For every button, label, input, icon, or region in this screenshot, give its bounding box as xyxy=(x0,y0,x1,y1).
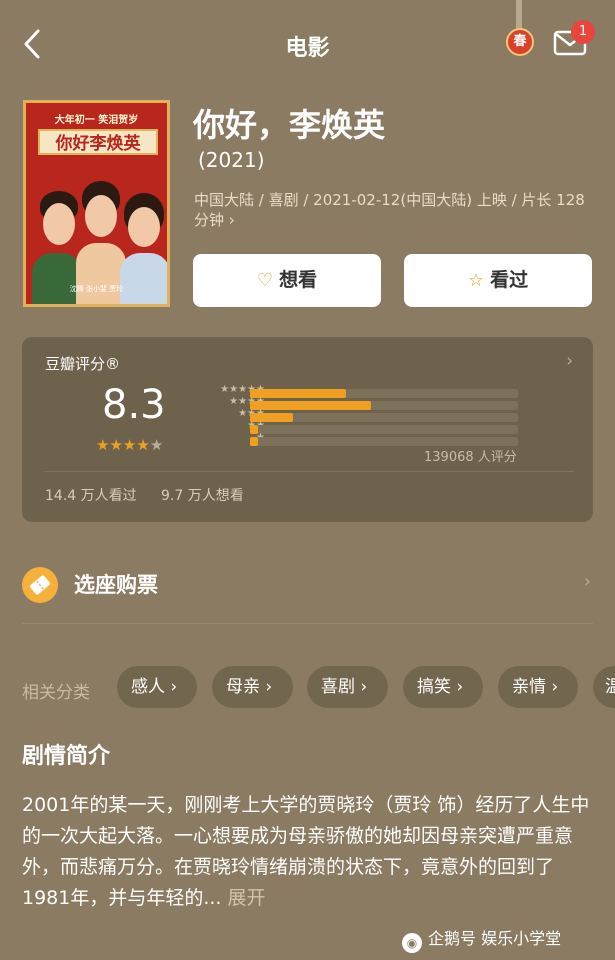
poster-face-center xyxy=(85,195,117,237)
divider xyxy=(44,471,574,472)
expand-link[interactable]: 展开 xyxy=(228,887,266,909)
chevron-right-icon: › xyxy=(566,351,573,371)
want-to-watch-button[interactable]: ♡ 想看 xyxy=(193,254,381,307)
top-bar: 电影 春 1 xyxy=(0,0,615,90)
synopsis-body: 2001年的某一天，刚刚考上大学的贾晓玲（贾玲 饰）经历了人生中的一次大起大落。… xyxy=(22,794,590,909)
wanted-count: 9.7 万人想看 xyxy=(161,488,244,504)
rating-stars: ★★★★★ xyxy=(96,436,163,454)
poster-figure-right xyxy=(120,253,167,304)
poster-figure-center xyxy=(76,243,126,304)
star-icon: ★ xyxy=(109,436,123,454)
distribution-track xyxy=(250,425,518,434)
distribution-row: ★ xyxy=(190,432,590,447)
ticket-icon xyxy=(22,567,58,603)
distribution-track xyxy=(250,437,518,446)
buy-ticket-row[interactable]: 选座购票 › xyxy=(22,565,593,605)
distribution-bar xyxy=(250,401,371,410)
heart-plus-icon: ♡ xyxy=(256,270,274,291)
distribution-bar xyxy=(250,437,258,446)
watched-count: 14.4 万人看过 xyxy=(45,488,137,504)
notification-badge: 1 xyxy=(571,20,595,44)
divider xyxy=(22,623,593,624)
rating-source-title: 豆瓣评分® xyxy=(45,355,121,373)
penguin-icon: ◉ xyxy=(402,933,422,953)
category-chip[interactable]: 温 xyxy=(593,666,615,708)
star-icon: ★ xyxy=(96,436,110,454)
synopsis-title: 剧情简介 xyxy=(22,744,111,769)
chevron-right-icon: › xyxy=(583,571,591,592)
poster-credits: 沈腾 张小斐 贾玲 xyxy=(69,285,124,293)
distribution-row: ★★ xyxy=(190,420,590,435)
movie-year: (2021) xyxy=(198,148,265,172)
movie-title: 你好，李焕英 xyxy=(193,106,386,144)
synopsis-text[interactable]: 2001年的某一天，刚刚考上大学的贾晓玲（贾玲 饰）经历了人生中的一次大起大落。… xyxy=(22,790,594,914)
movie-poster[interactable]: 大年初一 笑泪贺岁 你好李焕英 沈腾 张小斐 贾玲 xyxy=(23,100,170,307)
rating-count: 139068 人评分 xyxy=(424,450,517,465)
star-icon: ★ xyxy=(149,436,164,454)
poster-face-right xyxy=(128,207,160,247)
poster-face-left xyxy=(43,203,75,245)
star-outline-icon: ☆ xyxy=(467,270,485,291)
category-chip[interactable]: 母亲 › xyxy=(212,666,293,708)
poster-figure-left xyxy=(32,253,82,304)
star-icon: ★ xyxy=(122,436,137,454)
watermark: ◉ 企鹅号 娱乐小学堂 xyxy=(402,925,561,953)
poster-title: 你好李焕英 xyxy=(38,129,158,155)
spring-festival-pendant[interactable]: 春 xyxy=(503,0,535,58)
rating-score: 8.3 xyxy=(102,382,166,428)
category-chip[interactable]: 喜剧 › xyxy=(307,666,388,708)
spring-badge-icon: 春 xyxy=(506,28,534,56)
watermark-text: 企鹅号 娱乐小学堂 xyxy=(428,929,562,948)
movie-meta[interactable]: 中国大陆 / 喜剧 / 2021-02-12(中国大陆) 上映 / 片长 128… xyxy=(194,190,594,230)
category-chip[interactable]: 搞笑 › xyxy=(403,666,483,708)
buy-ticket-label: 选座购票 xyxy=(74,573,158,597)
rating-card[interactable]: 豆瓣评分® › 8.3 ★★★★★ ★★★★★★★★★★★★★★★ 139068… xyxy=(22,337,593,522)
star-icon: ★ xyxy=(136,436,150,454)
related-categories-label: 相关分类 xyxy=(22,683,90,703)
category-chip[interactable]: 感人 › xyxy=(117,666,197,708)
seen-label: 看过 xyxy=(490,269,529,291)
watched-button[interactable]: ☆ 看过 xyxy=(404,254,592,307)
want-label: 想看 xyxy=(279,269,318,291)
poster-tagline: 大年初一 笑泪贺岁 xyxy=(54,115,139,126)
category-chip[interactable]: 亲情 › xyxy=(498,666,578,708)
